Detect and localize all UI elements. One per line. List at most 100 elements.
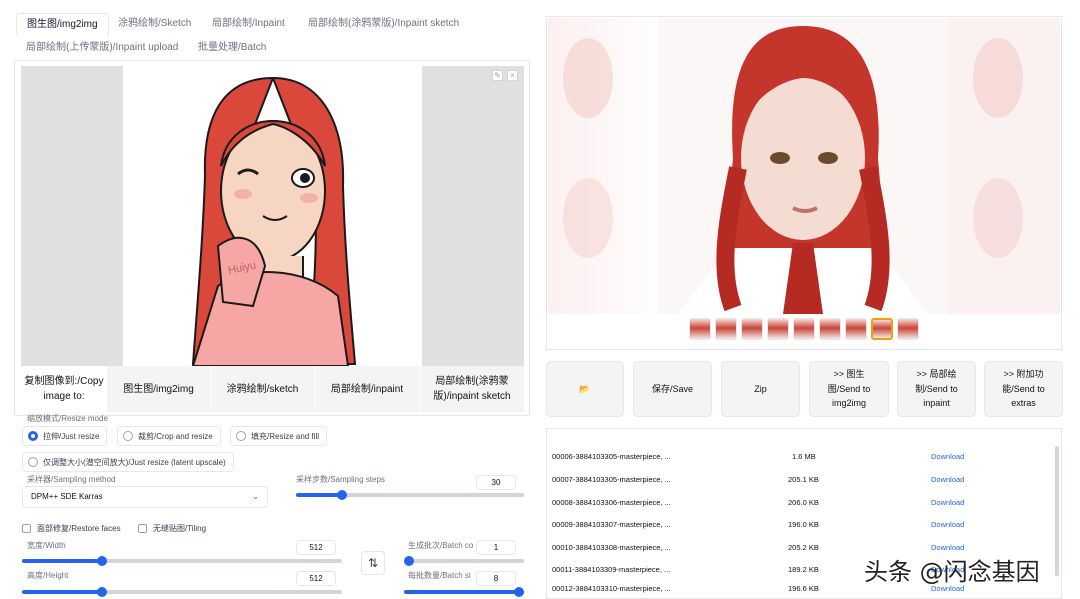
download-link[interactable]: Download — [931, 452, 964, 461]
tab-inpaint[interactable]: 局部绘制/Inpaint — [212, 13, 285, 35]
send-inpaint-line: 制/Send to — [915, 383, 958, 394]
restore-faces-checkbox[interactable]: 面部修复/Restore faces — [22, 523, 121, 534]
resize-option-just-resize[interactable]: 拉伸/Just resize — [22, 426, 108, 446]
height-input[interactable]: 512 — [296, 571, 336, 586]
download-link[interactable]: Download — [931, 520, 964, 529]
batch-count-input[interactable]: 1 — [476, 540, 516, 555]
resize-mode-label: 缩放模式/Resize mode — [27, 414, 108, 423]
tiling-label: 无缝贴图/Tiling — [153, 524, 207, 533]
tab-inpaint-sketch[interactable]: 局部绘制(涂鸦蒙版)/Inpaint sketch — [308, 13, 459, 35]
checkbox-box — [22, 524, 31, 533]
gallery-thumbnail[interactable] — [793, 318, 815, 340]
gallery-thumbnail[interactable] — [767, 318, 789, 340]
file-size: 1.6 MB — [792, 452, 816, 461]
tiling-checkbox[interactable]: 无缝贴图/Tiling — [138, 523, 206, 534]
resize-option-label: 仅调整大小(潜空间放大)/Just resize (latent upscale… — [43, 457, 226, 467]
folder-icon: 📂 — [579, 383, 591, 394]
gallery-thumbnail[interactable] — [715, 318, 737, 340]
gallery-thumbnail-selected[interactable] — [871, 318, 893, 340]
edit-icon[interactable]: ✎ — [492, 70, 503, 81]
swap-dimensions-icon[interactable]: ⇅ — [361, 551, 385, 575]
download-link[interactable]: Download — [931, 475, 964, 484]
steps-slider[interactable] — [296, 490, 524, 500]
file-name: 00012-3884103310-masterpiece, ... — [552, 584, 671, 593]
resize-option-label: 拉伸/Just resize — [43, 431, 100, 441]
chevron-down-icon: ⌄ — [252, 492, 259, 501]
height-label: 高度/Height — [27, 571, 69, 580]
width-input[interactable]: 512 — [296, 540, 336, 555]
cartoon-girl-image: Huiyu — [123, 66, 422, 366]
batch-count-label: 生成批次/Batch co — [408, 541, 474, 550]
file-name: 00006-3884103305-masterpiece, ... — [552, 452, 671, 461]
send-extras-line: 能/Send to — [1002, 383, 1045, 394]
file-size: 205.2 KB — [788, 543, 819, 552]
restore-faces-label: 面部修复/Restore faces — [37, 524, 121, 533]
copy-to-sketch-button[interactable]: 涂鸦绘制/sketch — [211, 366, 314, 412]
height-slider[interactable] — [22, 587, 342, 597]
gallery-thumbnail[interactable] — [819, 318, 841, 340]
copy-to-inpaint-button[interactable]: 局部绘制/inpaint — [315, 366, 419, 412]
slider-knob[interactable] — [337, 490, 347, 500]
sampler-label: 采样器/Sampling method — [27, 475, 116, 484]
gallery-thumbnail[interactable] — [689, 318, 711, 340]
batch-size-label: 每批数量/Batch si — [408, 571, 471, 580]
batch-size-slider[interactable] — [404, 587, 524, 597]
open-folder-button[interactable]: 📂 — [546, 361, 624, 417]
file-name: 00011-3884103309-masterpiece, ... — [552, 565, 671, 574]
send-to-extras-button[interactable]: >> 附加功 能/Send to extras — [984, 361, 1063, 417]
send-inpaint-line: inpaint — [923, 398, 950, 409]
radio-dot — [236, 431, 246, 441]
copy-label-line1: 复制图像到:/Copy — [24, 376, 104, 387]
file-list-scrollbar[interactable] — [1055, 446, 1059, 576]
copy-to-inpaint-sketch-button[interactable]: 局部绘制(涂鸦蒙 版)/inpaint sketch — [420, 366, 524, 412]
batch-count-slider[interactable] — [404, 556, 524, 566]
close-icon[interactable]: × — [507, 70, 518, 81]
file-size: 196.0 KB — [788, 520, 819, 529]
radio-dot — [28, 431, 38, 441]
save-button[interactable]: 保存/Save — [633, 361, 712, 417]
slider-knob[interactable] — [97, 556, 107, 566]
batch-size-input[interactable]: 8 — [476, 571, 516, 586]
file-size: 206.0 KB — [788, 498, 819, 507]
send-inpaint-line: >> 局部绘 — [916, 369, 957, 380]
send-img2img-line: img2img — [831, 398, 866, 409]
file-name: 00010-3884103308-masterpiece, ... — [552, 543, 671, 552]
sampler-select[interactable]: DPM++ SDE Karras ⌄ — [22, 486, 268, 508]
width-slider[interactable] — [22, 556, 342, 566]
file-size: 189.2 KB — [788, 565, 819, 574]
file-name: 00009-3884103307-masterpiece, ... — [552, 520, 671, 529]
tab-batch[interactable]: 批量处理/Batch — [198, 37, 266, 59]
tab-sketch[interactable]: 涂鸦绘制/Sketch — [118, 13, 191, 35]
gallery-thumbnail[interactable] — [741, 318, 763, 340]
watermark-text: 头条 @闪念基因 — [864, 558, 1040, 586]
resize-option-latent[interactable]: 仅调整大小(潜空间放大)/Just resize (latent upscale… — [22, 452, 234, 472]
slider-fill — [404, 590, 524, 594]
tab-img2img[interactable]: 图生图/img2img — [16, 13, 109, 35]
resize-option-crop[interactable]: 裁剪/Crop and resize — [117, 426, 221, 446]
copy-to-img2img-button[interactable]: 图生图/img2img — [107, 366, 210, 412]
send-extras-line: >> 附加功 — [1003, 369, 1044, 380]
gallery-thumbnail[interactable] — [845, 318, 867, 340]
resize-option-label: 裁剪/Crop and resize — [138, 431, 213, 441]
slider-knob[interactable] — [514, 587, 524, 597]
download-link[interactable]: Download — [931, 543, 964, 552]
tab-inpaint-upload[interactable]: 局部绘制(上传蒙版)/Inpaint upload — [26, 37, 178, 59]
gallery-thumbnail[interactable] — [897, 318, 919, 340]
steps-input[interactable]: 30 — [476, 475, 516, 490]
inpaint-sketch-line2: 版)/inpaint sketch — [433, 391, 511, 402]
copy-image-to-label: 复制图像到:/Copy image to: — [21, 366, 107, 412]
canvas-margin-right — [422, 66, 524, 366]
file-row: 00007-3884103305-masterpiece, ... 205.1 K… — [548, 468, 1053, 490]
slider-knob[interactable] — [404, 556, 414, 566]
file-name: 00008-3884103306-masterpiece, ... — [552, 498, 671, 507]
checkbox-box — [138, 524, 147, 533]
width-label: 宽度/Width — [27, 541, 66, 550]
download-link[interactable]: Download — [931, 498, 964, 507]
resize-option-fill[interactable]: 填充/Resize and fill — [230, 426, 328, 446]
file-row: 00009-3884103307-masterpiece, ... 196.0 K… — [548, 513, 1053, 535]
slider-fill — [22, 590, 102, 594]
send-to-img2img-button[interactable]: >> 图生 图/Send to img2img — [809, 361, 889, 417]
zip-button[interactable]: Zip — [721, 361, 800, 417]
send-to-inpaint-button[interactable]: >> 局部绘 制/Send to inpaint — [897, 361, 976, 417]
slider-knob[interactable] — [97, 587, 107, 597]
